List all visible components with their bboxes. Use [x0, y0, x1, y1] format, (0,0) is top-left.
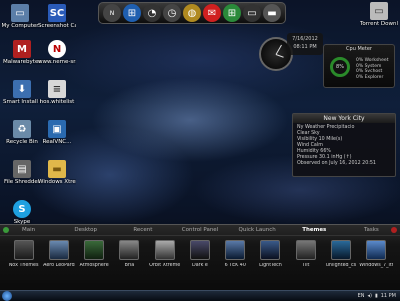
speedometer-icon[interactable]: ◔: [143, 4, 161, 22]
volume-icon[interactable]: ◂): [367, 293, 371, 299]
malwarebytes-icon: M: [13, 40, 31, 58]
theme-tile[interactable]: Dark e: [183, 240, 217, 268]
theme-tile[interactable]: Orbit Xtreme: [148, 240, 182, 268]
monitor-icon[interactable]: ▭: [243, 4, 261, 22]
taskbar-clock[interactable]: 11 PM: [381, 293, 396, 299]
desktop-icon-my-computer[interactable]: ▭ My Computer: [1, 4, 39, 29]
theme-tile[interactable]: Tilt: [289, 240, 323, 268]
network-icon[interactable]: ▮: [375, 293, 378, 299]
skype-icon: S: [13, 200, 31, 218]
nexus-icon[interactable]: N: [103, 4, 121, 22]
tab-control-panel[interactable]: Control Panel: [171, 225, 228, 235]
installer-icon: ⬇: [13, 80, 31, 98]
clock-time: 08:11 PM: [293, 44, 317, 50]
windows-logo-icon[interactable]: ⊞: [223, 4, 241, 22]
theme-tile[interactable]: 6 TEK 40: [218, 240, 252, 268]
cpu-gauge: 8%: [330, 57, 350, 77]
theme-thumbnail: [84, 240, 105, 260]
cpu-meter-title: Cpu Meter: [346, 46, 372, 52]
desktop-icon-smart-install-maker[interactable]: ⬇ Smart Install Maker: [3, 80, 41, 105]
launcher-close-button[interactable]: [391, 227, 397, 233]
desktop-icon-skype[interactable]: S Skype: [3, 200, 41, 225]
clock-icon[interactable]: ◷: [163, 4, 181, 22]
theme-tile[interactable]: Bria: [112, 240, 146, 268]
desktop-icon-recycle-bin[interactable]: ♻ Recycle Bin: [3, 120, 41, 145]
tab-themes[interactable]: Themes: [286, 225, 343, 235]
weather-widget[interactable]: New York City Ny Weather Precipitacio Cl…: [292, 113, 396, 177]
desktop-icon-realvnc[interactable]: ▣ RealVNC...: [38, 120, 76, 145]
desktop-icon-windows-xtreme-folder[interactable]: ▬ Windows Xtreme v10.2(Desktop...: [38, 160, 76, 185]
language-indicator[interactable]: EN: [358, 293, 365, 299]
theme-tile[interactable]: Atmosphere: [77, 240, 111, 268]
desktop-icon-malwarebytes[interactable]: M Malwarebytes Anti-Malware: [3, 40, 41, 65]
theme-thumbnail: [260, 240, 281, 260]
nemesis-icon: N: [48, 40, 66, 58]
tab-desktop[interactable]: Desktop: [57, 225, 114, 235]
computer-icon: ▭: [11, 4, 29, 22]
theme-thumbnail: [331, 240, 352, 260]
folder-icon[interactable]: ▬: [263, 4, 281, 22]
remote-desktop-icon: ▣: [48, 120, 66, 138]
theme-thumbnail: [366, 240, 387, 260]
screenshot-icon: SC: [48, 4, 66, 22]
cpu-percent: 8%: [336, 64, 344, 70]
shredder-icon: ▤: [13, 160, 31, 178]
theme-tile[interactable]: Nox Themes: [7, 240, 41, 268]
desktop-icon-nemesis[interactable]: N www.neme-sra...: [38, 40, 76, 65]
desktop-icon-file-shredder[interactable]: ▤ File Shredder: [3, 160, 41, 185]
theme-thumbnail: [119, 240, 140, 260]
theme-thumbnail: [13, 240, 34, 260]
desktop-icon-torrent[interactable]: ▭ Torrent Downloaded Pro...: [360, 2, 398, 27]
windows-icon[interactable]: ⊞: [123, 4, 141, 22]
theme-tile[interactable]: Windows_7_itre: [359, 240, 393, 268]
document-icon: ≡: [48, 80, 66, 98]
cpu-process-line: 0% Explorer: [356, 74, 384, 80]
tab-recent[interactable]: Recent: [114, 225, 171, 235]
tab-quick-launch[interactable]: Quick Launch: [229, 225, 286, 235]
folder-icon: ▬: [48, 160, 66, 178]
weather-line: Observed on July 16, 2012 20:51: [297, 161, 376, 166]
taskbar: EN ◂) ▮ 11 PM: [0, 290, 400, 301]
weather-city-title: New York City: [293, 114, 395, 123]
cpu-process-line: 0% Worksheet: [356, 58, 389, 63]
launcher-tabs: Main Desktop Recent Control Panel Quick …: [0, 225, 400, 236]
cpu-meter-widget[interactable]: Cpu Meter 8% 0% Worksheet 0% System 0% S…: [323, 44, 395, 88]
theme-thumbnail: [48, 240, 69, 260]
theme-thumbnail: [225, 240, 246, 260]
theme-tiles: Nox Themes Aero LeoPard Atmosphere Bria …: [0, 236, 400, 268]
theme-tile[interactable]: unlighted_cs: [324, 240, 358, 268]
recycle-bin-icon: ♻: [13, 120, 31, 138]
theme-thumbnail: [154, 240, 175, 260]
desktop-icon-whitelist[interactable]: ≡ nos.whitelist: [38, 80, 76, 105]
theme-tile[interactable]: LightTech: [253, 240, 287, 268]
theme-thumbnail: [295, 240, 316, 260]
clock-date: 7/16/2012: [292, 36, 318, 42]
desktop-icon-screenshot-captor[interactable]: SC Screenshot Captor: [38, 4, 76, 29]
clock-date-panel: 7/16/2012 08:11 PM: [287, 33, 323, 55]
torrent-icon: ▭: [370, 2, 388, 20]
launcher-minimize-button[interactable]: [3, 227, 9, 233]
globe-icon[interactable]: ◍: [183, 4, 201, 22]
theme-thumbnail: [189, 240, 210, 260]
top-dock: N ⊞ ◔ ◷ ◍ ✉ ⊞ ▭ ▬: [98, 2, 286, 24]
theme-tile[interactable]: Aero LeoPard: [42, 240, 76, 268]
clock-widget[interactable]: 7/16/2012 08:11 PM: [257, 33, 327, 71]
mail-icon[interactable]: ✉: [203, 4, 221, 22]
launcher-panel: Main Desktop Recent Control Panel Quick …: [0, 224, 400, 291]
